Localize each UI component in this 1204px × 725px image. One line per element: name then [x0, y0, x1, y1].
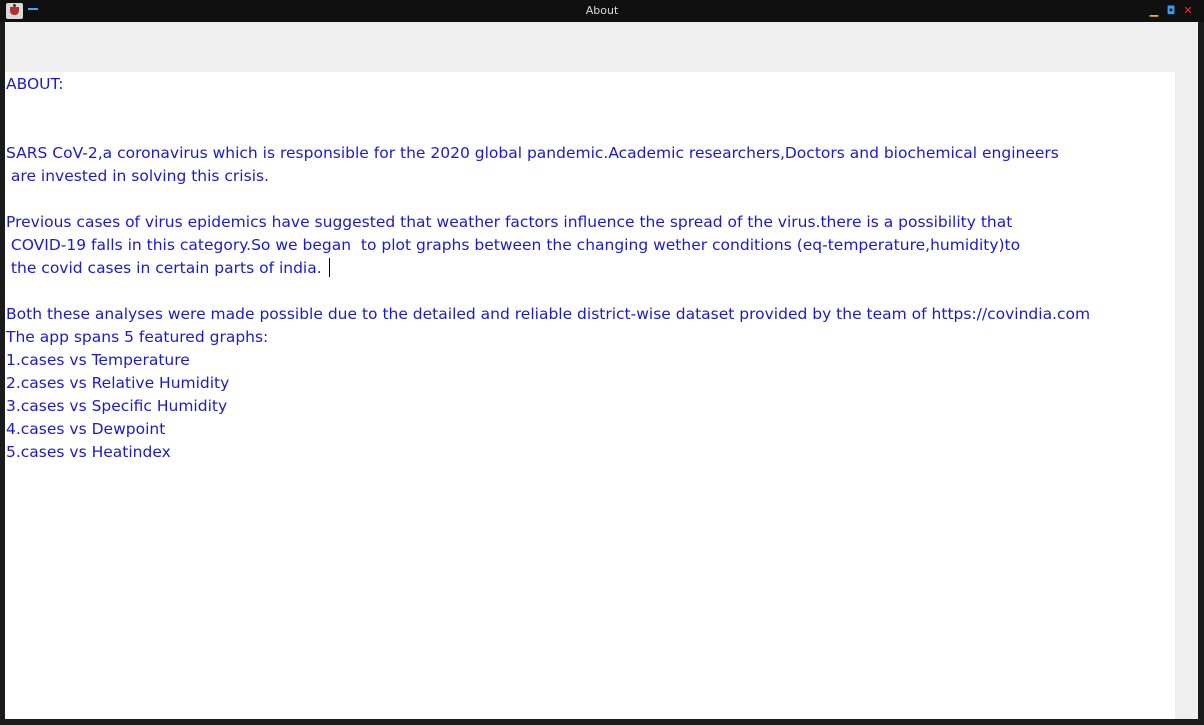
- window-content: ABOUT: SARS CoV-2,a coronavirus which is…: [5, 22, 1198, 719]
- graph-list-item: 5.cases vs Heatindex: [6, 443, 171, 461]
- maximize-icon[interactable]: ◘: [1165, 4, 1177, 18]
- paragraph-line: COVID-19 falls in this category.So we be…: [6, 236, 1021, 254]
- window-title: About: [585, 4, 619, 17]
- paragraph-line: are invested in solving this crisis.: [6, 167, 270, 185]
- graph-list-item: 2.cases vs Relative Humidity: [6, 374, 230, 392]
- paragraph-line: the covid cases in certain parts of indi…: [6, 259, 327, 277]
- graph-list-item: 3.cases vs Specific Humidity: [6, 397, 228, 415]
- text-caret: [328, 258, 330, 277]
- paragraph-line: Previous cases of virus epidemics have s…: [6, 213, 1013, 231]
- minimize-icon[interactable]: ▁: [1148, 4, 1160, 18]
- paragraph-line: Both these analyses were made possible d…: [6, 305, 1091, 323]
- about-heading: ABOUT:: [6, 75, 64, 93]
- close-icon[interactable]: ✕: [1182, 4, 1194, 18]
- right-margin-strip: [1180, 72, 1198, 719]
- title-bar[interactable]: About ▁ ◘ ✕: [0, 0, 1204, 22]
- about-window: About ▁ ◘ ✕ ABOUT: SARS CoV-2,a coronavi…: [0, 0, 1204, 725]
- graph-list-item: 4.cases vs Dewpoint: [6, 420, 166, 438]
- paragraph-line: SARS CoV-2,a coronavirus which is respon…: [6, 144, 1059, 162]
- graph-list-item: 1.cases vs Temperature: [6, 351, 190, 369]
- graphs-intro: The app spans 5 featured graphs:: [6, 328, 269, 346]
- paragraph-line-with-caret: the covid cases in certain parts of indi…: [5, 257, 1175, 280]
- about-text-area[interactable]: ABOUT: SARS CoV-2,a coronavirus which is…: [5, 72, 1175, 719]
